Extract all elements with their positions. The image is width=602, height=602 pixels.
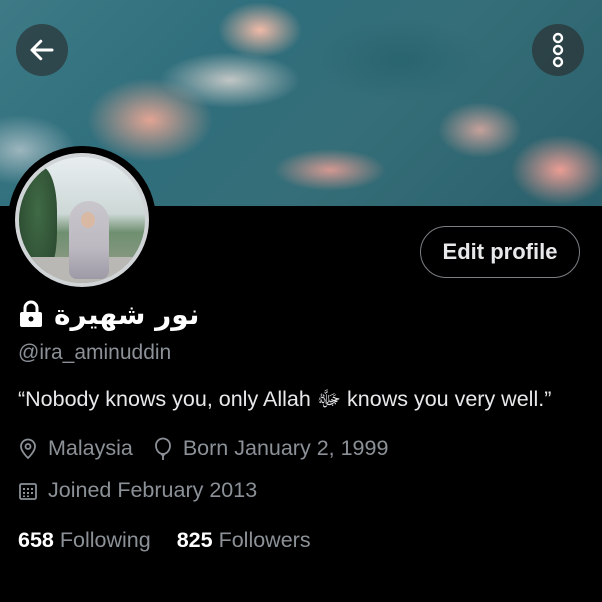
birthday-text: Born January 2, 1999 <box>182 436 389 460</box>
location-text: Malaysia <box>48 436 133 460</box>
display-name: نور شهيرة <box>54 297 200 331</box>
more-options-button[interactable] <box>532 24 584 76</box>
avatar[interactable] <box>8 146 156 294</box>
joined-row: Joined February 2013 <box>18 478 277 503</box>
bio-text: “Nobody knows you, only Allah ﷻ knows yo… <box>18 387 552 411</box>
following-label: Following <box>59 528 151 552</box>
balloon-icon <box>154 437 171 460</box>
followers-label: Followers <box>218 528 311 552</box>
profile-meta-row: Malaysia Born January 2, 1999 <box>18 436 408 461</box>
following-link[interactable]: 658 Following <box>18 528 151 553</box>
joined-item: Joined February 2013 <box>18 478 257 503</box>
followers-count: 825 <box>176 528 213 552</box>
user-handle: @ira_aminuddin <box>18 341 172 364</box>
follow-stats: 658 Following 825 Followers <box>18 528 337 553</box>
joined-text: Joined February 2013 <box>48 478 258 502</box>
edit-profile-button[interactable]: Edit profile <box>420 226 580 278</box>
following-count: 658 <box>18 528 54 552</box>
birthday-item: Born January 2, 1999 <box>153 436 389 461</box>
display-name-row: نور شهيرة <box>18 292 199 336</box>
location-item: Malaysia <box>18 436 133 461</box>
calendar-icon <box>19 482 37 500</box>
lock-icon <box>20 300 42 327</box>
avatar-photo <box>15 153 149 287</box>
followers-link[interactable]: 825 Followers <box>177 528 311 553</box>
more-vertical-icon <box>552 32 564 68</box>
back-button[interactable] <box>16 24 68 76</box>
arrow-left-icon <box>30 39 54 61</box>
location-pin-icon <box>20 438 36 459</box>
